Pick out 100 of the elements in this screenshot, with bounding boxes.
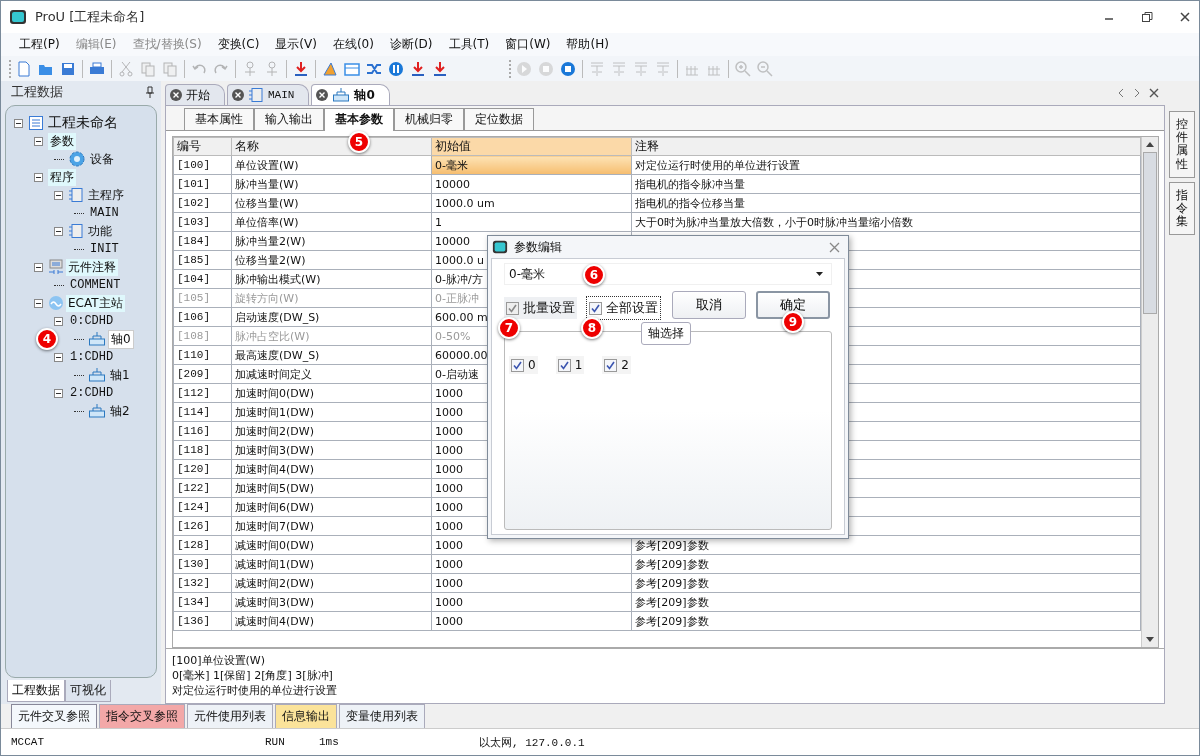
tree-item[interactable]: 2:CDHD — [68, 386, 116, 400]
bottom-tab[interactable]: 指令交叉参照 — [99, 704, 185, 728]
scroll-down-icon[interactable] — [1145, 636, 1155, 644]
dialog-button[interactable]: 取消 — [672, 291, 746, 319]
table-cell: 脉冲当量(W) — [231, 174, 432, 194]
tab[interactable]: 输入输出 — [254, 108, 324, 130]
collapse-icon[interactable] — [54, 316, 63, 326]
document-tab[interactable]: 轴0 — [311, 84, 390, 105]
tab[interactable]: 定位数据 — [464, 108, 534, 130]
bottom-tab[interactable]: 元件使用列表 — [187, 704, 273, 728]
bottom-tab[interactable]: 变量使用列表 — [339, 704, 425, 728]
menu-item[interactable]: 工程(P) — [11, 36, 68, 53]
tree-item[interactable]: COMMENT — [68, 278, 123, 292]
table-cell: [100] — [173, 155, 232, 175]
menu-item[interactable]: 在线(0) — [324, 36, 382, 53]
collapse-icon[interactable] — [54, 190, 63, 200]
checkbox[interactable] — [589, 301, 602, 315]
collapse-icon[interactable] — [14, 118, 23, 128]
collapse-icon[interactable] — [34, 262, 43, 272]
document-tab[interactable]: MAIN — [227, 84, 310, 105]
side-tab[interactable]: 控件属性 — [1169, 111, 1195, 178]
table-cell: 位移当量2(W) — [231, 250, 432, 270]
table-cell: 脉冲输出模式(W) — [231, 269, 432, 289]
table-cell: 减速时间2(DW) — [231, 573, 432, 593]
table-cell: 参考[209]参数 — [631, 554, 1141, 574]
close-icon[interactable] — [316, 89, 329, 101]
tab[interactable]: 机械归零 — [394, 108, 464, 130]
column-header[interactable]: 初始值 — [431, 137, 632, 156]
menu-item[interactable]: 显示(V) — [267, 36, 325, 53]
table-cell[interactable]: 1000.0 um — [431, 193, 632, 213]
table-cell: 减速时间3(DW) — [231, 592, 432, 612]
dropdown[interactable]: 0-毫米 6 — [504, 263, 832, 285]
checkbox[interactable] — [511, 358, 524, 372]
close-icon[interactable] — [170, 89, 182, 101]
collapse-icon[interactable] — [34, 298, 43, 308]
scroll-left-icon[interactable] — [1117, 88, 1125, 98]
tree-item[interactable]: 轴0 — [108, 329, 134, 349]
tree-item[interactable]: 轴2 — [108, 402, 132, 420]
column-header[interactable]: 注释 — [631, 137, 1141, 156]
table-cell: [112] — [173, 383, 232, 403]
menu-item[interactable]: 变换(C) — [209, 36, 268, 53]
tree-item[interactable]: INIT — [88, 242, 121, 256]
collapse-icon[interactable] — [34, 136, 43, 146]
close-icon[interactable] — [1179, 11, 1191, 23]
tree-item[interactable]: MAIN — [88, 206, 121, 220]
tree-item[interactable]: 1:CDHD — [68, 350, 116, 364]
tree-item[interactable]: 程序 — [48, 168, 76, 186]
table-cell[interactable]: 1 — [431, 212, 632, 232]
bottom-tab[interactable]: 元件交叉参照 — [11, 704, 97, 728]
table-cell: 指电机的指令位移当量 — [631, 193, 1141, 213]
block-icon — [248, 87, 264, 103]
tree-item[interactable]: 设备 — [88, 150, 116, 168]
restore-icon[interactable] — [1141, 11, 1153, 23]
menu-item[interactable]: 诊断(D) — [381, 36, 441, 53]
side-tab[interactable]: 指令集 — [1169, 181, 1195, 236]
download-icon[interactable] — [431, 59, 449, 78]
collapse-icon[interactable] — [34, 172, 43, 182]
tab[interactable]: 基本属性 — [184, 108, 254, 130]
tree-item[interactable]: 功能 — [86, 222, 114, 240]
tree-item[interactable]: 主程序 — [86, 186, 126, 204]
tab[interactable]: 基本参数 — [324, 108, 394, 131]
app-icon — [492, 239, 508, 255]
pause-icon[interactable] — [387, 59, 405, 78]
document-tab[interactable]: 开始 — [165, 84, 225, 105]
download-icon[interactable] — [409, 59, 427, 78]
bottom-tab[interactable]: 信息输出 — [275, 704, 337, 728]
menu-item[interactable]: 窗口(W) — [497, 36, 559, 53]
tree-item[interactable]: 0:CDHD — [68, 314, 116, 328]
tree-item[interactable]: 工程未命名 — [46, 114, 120, 132]
close-icon[interactable] — [232, 89, 244, 101]
scrollbar-thumb[interactable] — [1143, 152, 1157, 314]
table-cell: [126] — [173, 516, 232, 536]
tree-item[interactable]: 参数 — [48, 132, 76, 150]
tree-item[interactable]: 轴1 — [108, 366, 132, 384]
close-icon[interactable] — [1149, 88, 1159, 98]
table-cell[interactable]: 1000 — [431, 573, 632, 593]
table-cell[interactable]: 10000 — [431, 174, 632, 194]
tree-item[interactable]: ECAT主站 — [66, 294, 125, 312]
menu-item[interactable]: 帮助(H) — [558, 36, 617, 53]
table-cell[interactable]: 1000 — [431, 554, 632, 574]
collapse-icon[interactable] — [54, 352, 63, 362]
checkbox-label[interactable]: 全部设置 — [606, 299, 658, 317]
scroll-up-icon[interactable] — [1145, 140, 1155, 148]
table-cell[interactable]: 1000 — [431, 592, 632, 612]
collapse-icon[interactable] — [54, 388, 63, 398]
caret-icon[interactable] — [816, 272, 823, 276]
menu-item[interactable]: 工具(T) — [440, 36, 498, 53]
pin-icon[interactable] — [145, 86, 155, 98]
table-cell[interactable]: 1000 — [431, 611, 632, 631]
table-cell: 参考[209]参数 — [631, 573, 1141, 593]
tree-item[interactable]: 元件注释 — [66, 258, 118, 276]
checkbox[interactable] — [557, 358, 571, 372]
panel-tab[interactable]: 工程数据 — [7, 680, 65, 702]
panel-tab[interactable]: 可视化 — [65, 680, 111, 702]
checkbox[interactable] — [604, 358, 618, 372]
download-icon[interactable] — [292, 59, 310, 78]
collapse-icon[interactable] — [54, 226, 63, 236]
column-header[interactable]: 编号 — [173, 137, 232, 156]
scrollbar[interactable] — [1141, 137, 1158, 647]
scroll-right-icon[interactable] — [1133, 88, 1141, 98]
